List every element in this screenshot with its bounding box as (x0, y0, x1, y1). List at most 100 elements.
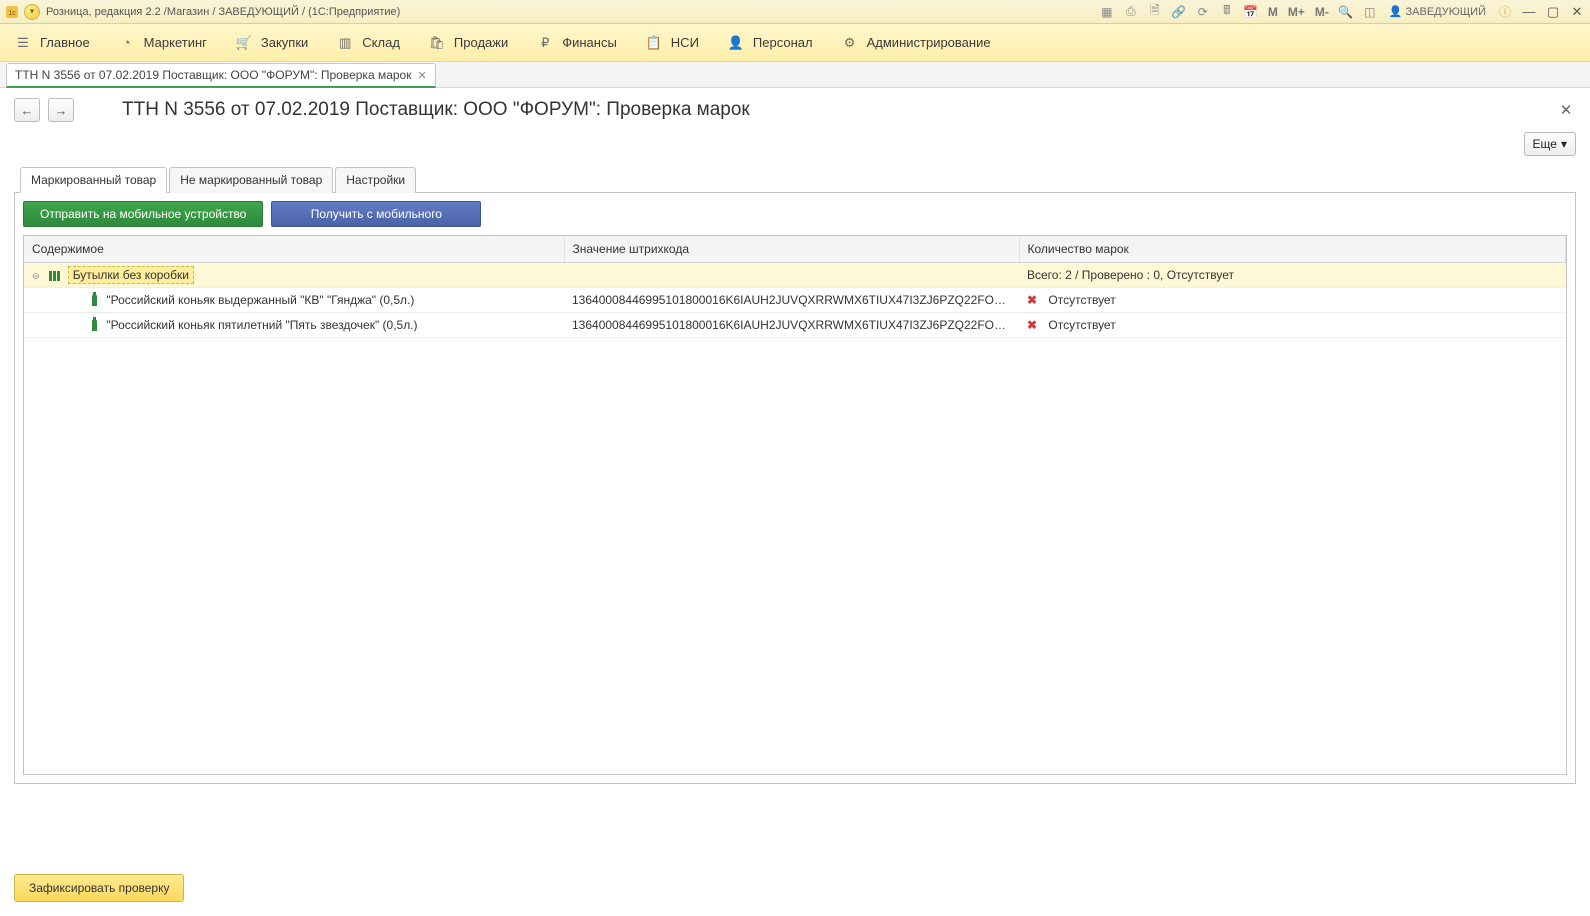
menu-purchases[interactable]: 🛒 Закупки (235, 34, 308, 52)
tab-marked-goods[interactable]: Маркированный товар (20, 167, 167, 193)
ruble-icon: ₽ (536, 34, 554, 52)
svg-text:1c: 1c (8, 10, 16, 17)
item-status: Отсутствует (1048, 293, 1115, 307)
fix-check-button[interactable]: Зафиксировать проверку (14, 874, 184, 902)
bag-icon: 🛍 (428, 34, 446, 52)
group-label: Бутылки без коробки (68, 266, 194, 284)
document-tabstrip: ТТН N 3556 от 07.02.2019 Поставщик: ООО … (0, 62, 1590, 88)
document-icon[interactable]: 🗎 (1146, 3, 1164, 21)
tab-close-icon[interactable]: ✕ (417, 69, 426, 82)
chevron-down-icon: ▾ (1561, 137, 1567, 151)
col-marks-header[interactable]: Количество марок (1019, 236, 1566, 263)
more-label: Еще (1533, 137, 1557, 151)
link-icon[interactable]: 🔗 (1170, 3, 1188, 21)
footer: Зафиксировать проверку (0, 874, 1590, 916)
box-icon: ▥ (336, 34, 354, 52)
group-row[interactable]: ⊖ Бутылки без коробки Всего: 2 / Провере… (24, 263, 1566, 288)
bottle-icon (92, 295, 97, 306)
menu-label: Финансы (562, 35, 617, 50)
inner-tabs: Маркированный товар Не маркированный тов… (14, 166, 1576, 193)
collapse-icon[interactable]: ⊖ (32, 271, 42, 282)
table-row[interactable]: "Российский коньяк пятилетний "Пять звез… (24, 313, 1566, 338)
menu-warehouse[interactable]: ▥ Склад (336, 34, 400, 52)
calculator-icon[interactable]: 🖩 (1218, 3, 1236, 21)
current-user[interactable]: 👤 ЗАВЕДУЮЩИЙ (1389, 5, 1486, 18)
content-area: ← → ТТН N 3556 от 07.02.2019 Поставщик: … (0, 88, 1590, 866)
menu-personnel[interactable]: 👤 Персонал (727, 34, 813, 52)
more-button[interactable]: Еще ▾ (1524, 132, 1576, 156)
zoom-icon[interactable]: 🔍 (1337, 3, 1355, 21)
menu-sales[interactable]: 🛍 Продажи (428, 34, 508, 52)
app-logo-icon: 1c (4, 4, 20, 20)
nav-forward-button[interactable]: → (48, 98, 74, 122)
user-icon: 👤 (1389, 5, 1403, 18)
gear-icon: ⚙ (841, 34, 859, 52)
page-title: ТТН N 3556 от 07.02.2019 Поставщик: ООО … (122, 99, 750, 121)
print-icon[interactable]: ⎙ (1122, 3, 1140, 21)
item-barcode: 13640008446995101800016K6IAUH2JUVQXRRWMX… (564, 288, 1019, 313)
tab-settings[interactable]: Настройки (335, 167, 416, 193)
panel: Отправить на мобильное устройство Получи… (14, 192, 1576, 784)
toolbar-icon-1[interactable]: ▦ (1098, 3, 1116, 21)
bottles-icon (49, 271, 60, 281)
item-status: Отсутствует (1048, 318, 1115, 332)
refresh-icon[interactable]: ⟳ (1194, 3, 1212, 21)
window-maximize-button[interactable]: ▢ (1544, 3, 1562, 21)
marks-grid[interactable]: Содержимое Значение штрихкода Количество… (23, 235, 1567, 775)
menu-main[interactable]: ☰ Главное (14, 34, 90, 52)
pie-icon: ◔ (118, 34, 136, 52)
memory-mminus-button[interactable]: M- (1313, 3, 1331, 21)
window-close-button[interactable]: ✕ (1568, 3, 1586, 21)
menu-icon: ☰ (14, 34, 32, 52)
tab-unmarked-goods[interactable]: Не маркированный товар (169, 167, 333, 193)
info-icon[interactable]: ⓘ (1496, 3, 1514, 21)
menu-marketing[interactable]: ◔ Маркетинг (118, 34, 207, 52)
table-row[interactable]: "Российский коньяк выдержанный "КВ" "Гян… (24, 288, 1566, 313)
grid-header-row: Содержимое Значение штрихкода Количество… (24, 236, 1566, 263)
bottle-icon (92, 320, 97, 331)
menu-admin[interactable]: ⚙ Администрирование (841, 34, 991, 52)
item-name: "Российский коньяк выдержанный "КВ" "Гян… (106, 293, 414, 307)
window-minimize-button[interactable]: — (1520, 3, 1538, 21)
nav-back-button[interactable]: ← (14, 98, 40, 122)
action-row: Отправить на мобильное устройство Получи… (23, 201, 1567, 227)
tab-label: Маркированный товар (31, 173, 156, 187)
panel-icon[interactable]: ◫ (1361, 3, 1379, 21)
content-close-button[interactable]: ✕ (1556, 100, 1576, 120)
send-mobile-button[interactable]: Отправить на мобильное устройство (23, 201, 263, 227)
user-icon: 👤 (727, 34, 745, 52)
document-tab-label: ТТН N 3556 от 07.02.2019 Поставщик: ООО … (15, 68, 411, 82)
menu-finance[interactable]: ₽ Финансы (536, 34, 617, 52)
tab-label: Настройки (346, 173, 405, 187)
menu-label: Персонал (753, 35, 813, 50)
calendar-icon[interactable]: 📅 (1242, 3, 1260, 21)
col-content-header[interactable]: Содержимое (24, 236, 564, 263)
group-summary: Всего: 2 / Проверено : 0, Отсутствует (1019, 263, 1566, 288)
document-tab[interactable]: ТТН N 3556 от 07.02.2019 Поставщик: ООО … (6, 63, 436, 88)
item-barcode: 13640008446995101800016K6IAUH2JUVQXRRWMX… (564, 313, 1019, 338)
user-name: ЗАВЕДУЮЩИЙ (1406, 6, 1486, 18)
menu-label: Администрирование (867, 35, 991, 50)
menu-nsi[interactable]: 📋 НСИ (645, 34, 699, 52)
menu-label: Продажи (454, 35, 508, 50)
window-titlebar: 1c ▾ Розница, редакция 2.2 /Магазин / ЗА… (0, 0, 1590, 24)
menu-label: Маркетинг (144, 35, 207, 50)
missing-icon: ✖ (1027, 318, 1037, 332)
receive-mobile-button[interactable]: Получить с мобильного (271, 201, 481, 227)
tab-label: Не маркированный товар (180, 173, 322, 187)
cart-icon: 🛒 (235, 34, 253, 52)
menu-label: Закупки (261, 35, 308, 50)
content-header: ← → ТТН N 3556 от 07.02.2019 Поставщик: … (14, 98, 1576, 122)
menu-label: НСИ (671, 35, 699, 50)
item-name: "Российский коньяк пятилетний "Пять звез… (106, 318, 417, 332)
memory-m-button[interactable]: M (1266, 3, 1280, 21)
main-menu: ☰ Главное ◔ Маркетинг 🛒 Закупки ▥ Склад … (0, 24, 1590, 62)
menu-label: Главное (40, 35, 90, 50)
menu-label: Склад (362, 35, 400, 50)
app-menu-dropdown[interactable]: ▾ (24, 4, 40, 20)
memory-mplus-button[interactable]: M+ (1286, 3, 1307, 21)
board-icon: 📋 (645, 34, 663, 52)
missing-icon: ✖ (1027, 293, 1037, 307)
window-title: Розница, редакция 2.2 /Магазин / ЗАВЕДУЮ… (46, 6, 400, 18)
col-barcode-header[interactable]: Значение штрихкода (564, 236, 1019, 263)
